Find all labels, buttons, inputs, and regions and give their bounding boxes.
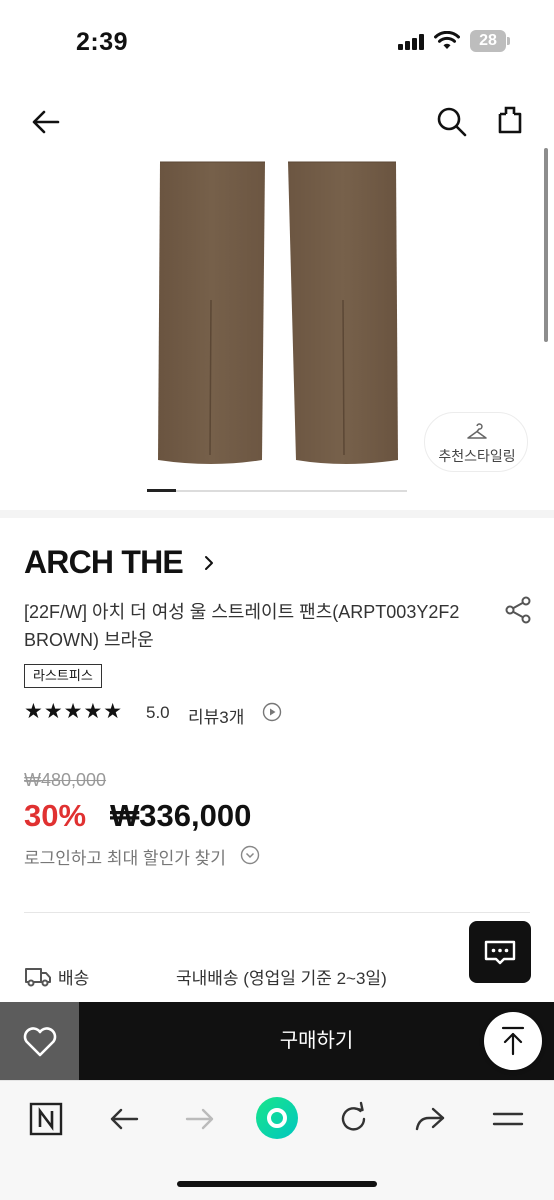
product-name: [22F/W] 아치 더 여성 울 스트레이트 팬츠(ARPT003Y2F2 B… xyxy=(24,602,460,650)
search-icon[interactable] xyxy=(432,102,472,142)
play-icon[interactable] xyxy=(262,702,282,722)
back-icon xyxy=(110,1108,139,1130)
heart-icon xyxy=(23,1027,57,1057)
chevron-right-icon[interactable] xyxy=(200,553,218,573)
browser-share-button[interactable] xyxy=(410,1099,450,1139)
home-indicator xyxy=(177,1181,377,1187)
chat-button[interactable] xyxy=(469,921,531,983)
forward-share-icon xyxy=(415,1107,445,1131)
sale-price: ₩336,000 xyxy=(110,798,252,833)
gallery-progress-fill xyxy=(147,489,176,492)
naver-home-button[interactable] xyxy=(26,1099,66,1139)
naver-n-icon xyxy=(29,1102,63,1136)
green-dot-icon xyxy=(256,1097,298,1139)
status-time: 2:39 xyxy=(76,28,129,56)
chat-icon xyxy=(484,940,516,965)
status-bar: 2:39 28 xyxy=(0,0,554,84)
share-icon[interactable] xyxy=(502,594,534,626)
shipping-value: 국내배송 (영업일 기준 2~3일) xyxy=(176,969,387,988)
browser-forward-button[interactable] xyxy=(180,1099,220,1139)
refresh-button[interactable] xyxy=(334,1099,374,1139)
recommended-styling-button[interactable]: 추천스타일링 xyxy=(424,412,528,472)
section-divider xyxy=(0,510,554,518)
review-count[interactable]: 리뷰3개 xyxy=(188,703,244,728)
signal-icon xyxy=(398,34,428,50)
hanger-icon xyxy=(467,423,487,439)
original-price: ₩480,000 xyxy=(24,770,107,790)
divider xyxy=(24,912,530,913)
buy-button[interactable]: 구매하기 xyxy=(79,1002,554,1080)
login-discount-link[interactable]: 로그인하고 최대 할인가 찾기 xyxy=(24,844,226,869)
truck-icon xyxy=(25,968,51,987)
gallery-progress xyxy=(147,489,407,492)
battery-level: 28 xyxy=(470,30,506,52)
wifi-icon xyxy=(434,31,460,49)
discount-rate: 30% xyxy=(24,798,87,833)
back-icon[interactable] xyxy=(24,100,68,144)
scrollbar[interactable] xyxy=(544,148,548,342)
rating-score: 5.0 xyxy=(146,703,170,722)
arrow-up-icon xyxy=(501,1026,525,1056)
share-icon[interactable] xyxy=(490,102,530,142)
last-piece-badge: 라스트피스 xyxy=(24,664,102,688)
brand-name[interactable]: ARCH THE xyxy=(24,544,184,581)
refresh-icon xyxy=(341,1101,366,1131)
rating-stars: ★★★★★ xyxy=(24,700,124,723)
battery-icon: 28 xyxy=(470,30,510,52)
scroll-to-top-button[interactable] xyxy=(484,1012,542,1070)
shipping-label: 배송 xyxy=(58,969,90,988)
forward-icon xyxy=(185,1108,214,1130)
browser-back-button[interactable] xyxy=(104,1099,144,1139)
green-dot-button[interactable] xyxy=(254,1095,300,1141)
menu-button[interactable] xyxy=(488,1099,528,1139)
styling-label: 추천스타일링 xyxy=(438,448,516,464)
menu-icon xyxy=(492,1112,524,1126)
purchase-bar: 구매하기 xyxy=(0,1002,554,1080)
chevron-down-icon[interactable] xyxy=(240,845,260,865)
wishlist-button[interactable] xyxy=(0,1002,79,1080)
